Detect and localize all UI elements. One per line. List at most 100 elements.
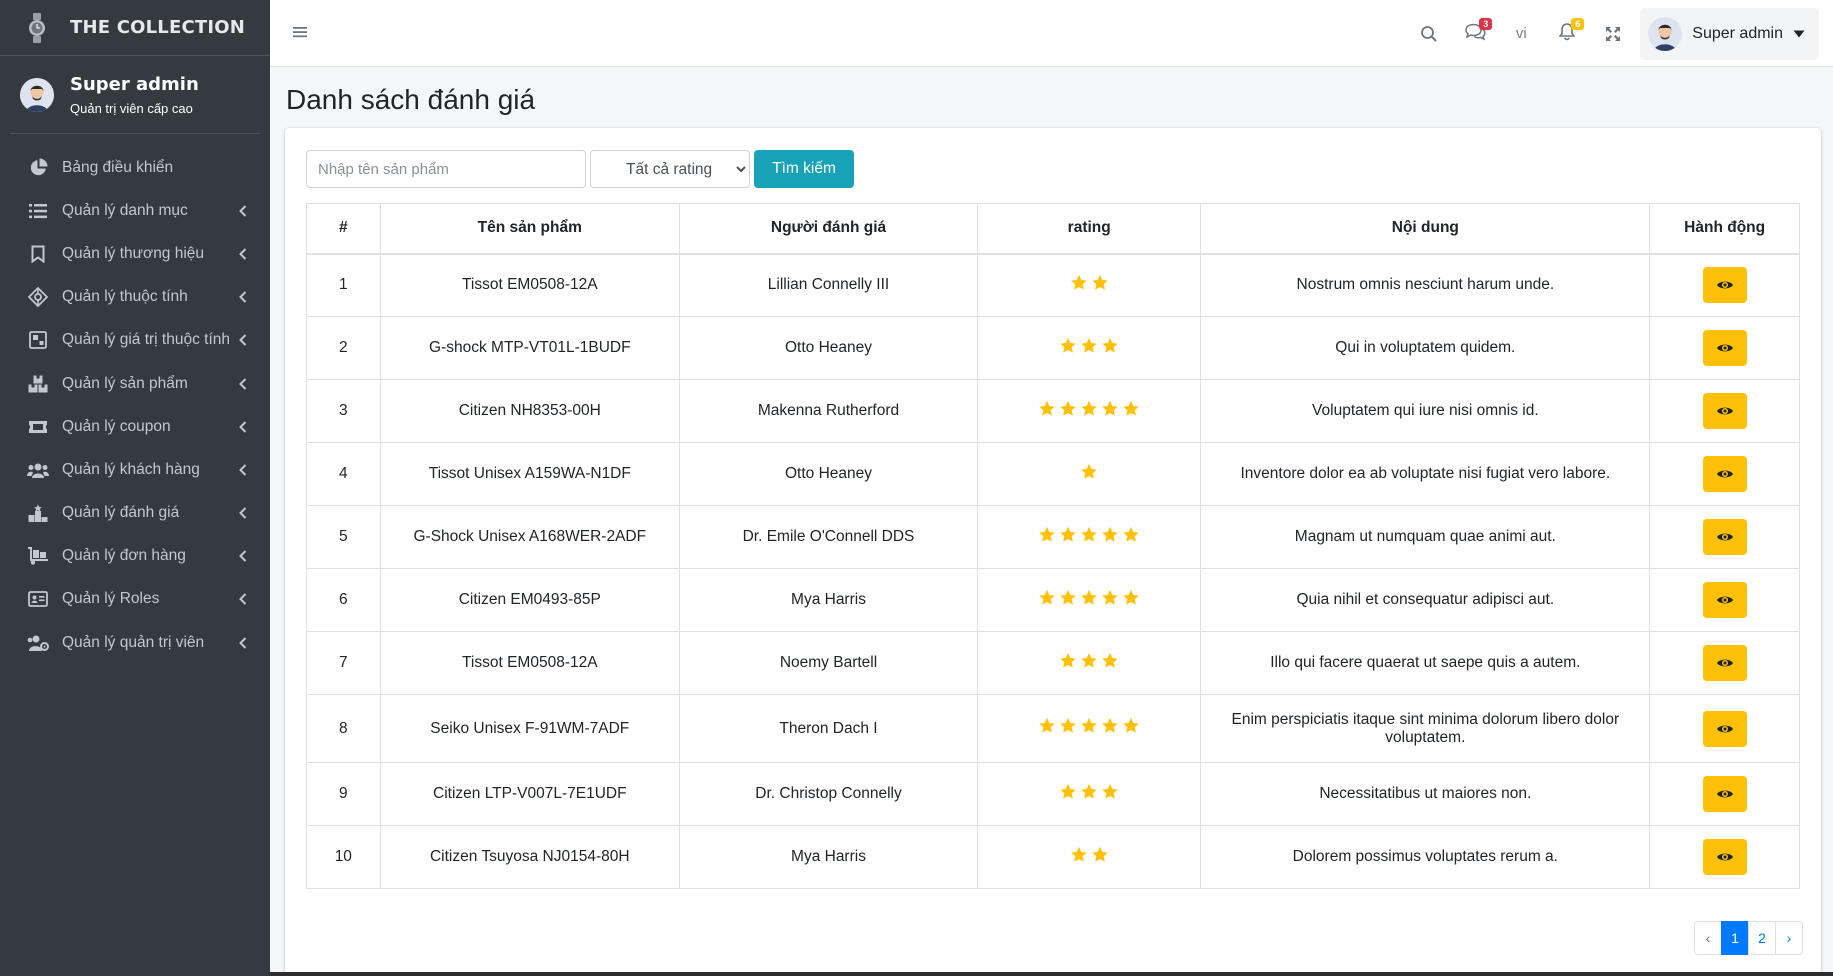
star-icon [1038,589,1056,607]
rating-stars [977,568,1202,632]
eye-icon [1716,342,1734,354]
brand[interactable]: THE COLLECTION [0,0,270,56]
product-search-input[interactable] [306,150,586,188]
brand-name: THE COLLECTION [70,17,246,38]
notifications-badge: 6 [1571,17,1585,30]
table-row: 2 G-shock MTP-VT01L-1BUDF Otto Heaney Qui i… [306,316,1800,380]
avatar [20,77,54,112]
sidebar-item[interactable]: Quản lý danh mục [0,189,270,232]
sidebar-item[interactable]: Quản lý coupon [0,405,270,448]
review-content: Voluptatem qui iure nisi omnis id. [1200,379,1651,443]
messages-button[interactable]: 3 [1452,14,1498,54]
review-content: Magnam ut numquam quae animi aut. [1200,505,1651,569]
row-actions [1649,694,1800,763]
rating-stars [977,253,1202,317]
star-icon [1059,783,1077,801]
sidebar-item[interactable]: Quản lý quản trị viên [0,621,270,664]
reviewer-name: Otto Heaney [678,316,979,380]
language-switcher[interactable]: vi [1498,14,1544,54]
fullscreen-icon[interactable] [1590,14,1636,54]
sidebar-item[interactable]: Quản lý Roles [0,578,270,621]
view-review-button[interactable] [1702,710,1747,747]
column-header-reviewer: Người đánh giá [678,203,979,255]
sidebar-item-label: Quản lý quản trị viên [62,633,205,651]
view-review-button[interactable] [1702,645,1747,681]
pagination-prev-button[interactable]: ‹ [1694,921,1722,955]
row-actions [1649,568,1800,632]
reviewer-name: Otto Heaney [678,442,979,506]
reviewer-name: Theron Dach I [678,694,979,763]
star-icon [1038,526,1056,544]
eye-icon [1716,531,1734,543]
star-icon [1091,274,1109,292]
users-cog-icon [27,633,49,653]
notifications-button[interactable]: 6 [1544,14,1590,54]
user-panel[interactable]: Super admin Quản trị viên cấp cao [10,56,260,134]
reviewer-name: Lillian Connelly III [678,253,979,317]
star-icon [1038,400,1056,418]
sidebar-nav: Bảng điều khiển Quản lý danh mục Quản lý t… [0,146,270,664]
chevron-left-icon [238,333,248,347]
star-icon [1101,652,1119,670]
sidebar-item[interactable]: Quản lý khách hàng [0,448,270,491]
review-content: Inventore dolor ea ab voluptate nisi fug… [1200,442,1651,506]
sidebar-item[interactable]: Bảng điều khiển [0,146,270,189]
rating-stars [977,762,1202,826]
sidebar-item[interactable]: Quản lý sản phẩm [0,362,270,405]
view-review-button[interactable] [1702,839,1747,875]
page-title: Danh sách đánh giá [286,84,536,115]
view-review-button[interactable] [1702,267,1747,304]
search-icon[interactable] [1406,14,1452,54]
sidebar-item[interactable]: Quản lý đơn hàng [0,535,270,578]
chevron-left-icon [238,290,248,304]
search-button[interactable]: Tìm kiếm [754,150,854,188]
view-review-button[interactable] [1702,582,1747,618]
review-content: Nostrum omnis nesciunt harum unde. [1200,253,1651,317]
star-icon [1122,526,1140,544]
pagination-next-button[interactable]: › [1775,921,1803,955]
language-label: vi [1515,25,1527,42]
product-name: Citizen NH8353-00H [379,379,680,443]
product-name: Citizen EM0493-85P [379,568,680,632]
view-review-button[interactable] [1702,393,1747,429]
menu-toggle-icon[interactable] [292,24,308,40]
sidebar-item[interactable]: Quản lý thương hiệu [0,232,270,275]
sidebar-item[interactable]: Quản lý giá trị thuộc tính [0,319,270,362]
sidebar-item-label: Quản lý coupon [62,417,171,435]
star-icon [1101,337,1119,355]
view-review-button[interactable] [1702,456,1747,492]
star-icon [1080,400,1098,418]
star-icon [1059,526,1077,544]
row-index: 6 [306,568,381,632]
view-review-button[interactable] [1702,776,1747,812]
star-icon [1038,717,1056,735]
product-name: Tissot EM0508-12A [379,253,680,317]
rating-filter-select[interactable]: Tất cả rating [590,150,750,188]
star-icon [1101,400,1119,418]
rating-stars [977,825,1202,889]
pagination-page-2[interactable]: 2 [1748,921,1776,955]
star-icon [1059,400,1077,418]
watch-logo-icon [26,12,48,43]
row-actions [1649,316,1800,380]
reviewer-name: Makenna Rutherford [678,379,979,443]
view-review-button[interactable] [1702,330,1747,366]
sidebar-item[interactable]: Quản lý thuộc tính [0,276,270,319]
reviewer-name: Mya Harris [678,568,979,632]
rating-stars [977,316,1202,380]
row-index: 3 [306,379,381,443]
star-icon [1059,589,1077,607]
eye-icon [1716,851,1734,863]
pagination-page-1[interactable]: 1 [1721,921,1749,955]
bookmark-icon [27,244,49,264]
ticket-icon [27,417,49,437]
star-icon [1122,400,1140,418]
view-review-button[interactable] [1702,519,1747,555]
user-name: Super admin [70,73,199,95]
sidebar-item[interactable]: Quản lý đánh giá [0,492,270,535]
user-menu-dropdown[interactable]: Super admin [1640,7,1819,60]
sidebar: THE COLLECTION Super admin Quản trị viên… [0,0,270,976]
row-actions [1649,442,1800,506]
row-index: 2 [306,316,381,380]
sidebar-item-label: Quản lý khách hàng [62,460,200,478]
